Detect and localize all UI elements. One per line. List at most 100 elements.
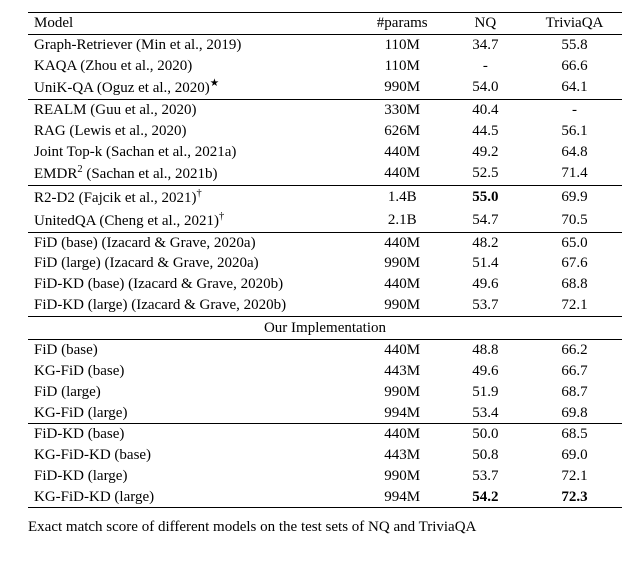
cell-params: 990M xyxy=(361,295,444,316)
table-row: R2-D2 (Fajcik et al., 2021)†1.4B55.069.9 xyxy=(28,186,622,209)
caption-text: Exact match score of different models on… xyxy=(28,519,476,535)
cell-model: FiD-KD (base) xyxy=(28,424,361,445)
cell-triviaqa: 64.1 xyxy=(527,76,622,99)
cell-nq: 51.9 xyxy=(444,382,527,403)
cell-nq: 54.7 xyxy=(444,209,527,232)
cell-model: RAG (Lewis et al., 2020) xyxy=(28,121,361,142)
cell-model: Graph-Retriever (Min et al., 2019) xyxy=(28,34,361,55)
col-triviaqa: TriviaQA xyxy=(527,13,622,35)
cell-triviaqa: 72.3 xyxy=(527,487,622,508)
cell-nq: 50.8 xyxy=(444,445,527,466)
cell-model: FiD-KD (base) (Izacard & Grave, 2020b) xyxy=(28,274,361,295)
cell-triviaqa: 68.7 xyxy=(527,382,622,403)
cell-params: 994M xyxy=(361,487,444,508)
cell-triviaqa: - xyxy=(527,100,622,121)
table-row: KG-FiD (large)994M53.469.8 xyxy=(28,403,622,424)
cell-nq: - xyxy=(444,56,527,77)
cell-nq: 52.5 xyxy=(444,162,527,185)
cell-triviaqa: 55.8 xyxy=(527,34,622,55)
cell-model: KG-FiD (large) xyxy=(28,403,361,424)
table-caption: Exact match score of different models on… xyxy=(28,518,622,537)
cell-params: 443M xyxy=(361,445,444,466)
cell-model: UnitedQA (Cheng et al., 2021)† xyxy=(28,209,361,232)
cell-params: 1.4B xyxy=(361,186,444,209)
cell-model: FiD (base) (Izacard & Grave, 2020a) xyxy=(28,232,361,253)
table-row: REALM (Guu et al., 2020)330M40.4- xyxy=(28,100,622,121)
table-row: UniK-QA (Oguz et al., 2020)★990M54.064.1 xyxy=(28,76,622,99)
cell-params: 990M xyxy=(361,253,444,274)
cell-nq: 53.7 xyxy=(444,466,527,487)
cell-model: REALM (Guu et al., 2020) xyxy=(28,100,361,121)
table-row: FiD (base) (Izacard & Grave, 2020a)440M4… xyxy=(28,232,622,253)
table-row: KAQA (Zhou et al., 2020)110M-66.6 xyxy=(28,56,622,77)
cell-triviaqa: 68.5 xyxy=(527,424,622,445)
cell-nq: 44.5 xyxy=(444,121,527,142)
cell-model: EMDR2 (Sachan et al., 2021b) xyxy=(28,162,361,185)
table-row: FiD-KD (large)990M53.772.1 xyxy=(28,466,622,487)
table-row: Graph-Retriever (Min et al., 2019)110M34… xyxy=(28,34,622,55)
cell-nq: 55.0 xyxy=(444,186,527,209)
cell-params: 990M xyxy=(361,76,444,99)
cell-model: KG-FiD-KD (large) xyxy=(28,487,361,508)
table-row: RAG (Lewis et al., 2020)626M44.556.1 xyxy=(28,121,622,142)
cell-triviaqa: 64.8 xyxy=(527,142,622,163)
cell-model: Joint Top-k (Sachan et al., 2021a) xyxy=(28,142,361,163)
cell-nq: 34.7 xyxy=(444,34,527,55)
cell-params: 440M xyxy=(361,340,444,361)
table-row: FiD-KD (large) (Izacard & Grave, 2020b)9… xyxy=(28,295,622,316)
cell-triviaqa: 66.2 xyxy=(527,340,622,361)
cell-triviaqa: 66.7 xyxy=(527,361,622,382)
cell-triviaqa: 70.5 xyxy=(527,209,622,232)
cell-params: 440M xyxy=(361,162,444,185)
col-params: #params xyxy=(361,13,444,35)
col-model: Model xyxy=(28,13,361,35)
cell-params: 990M xyxy=(361,382,444,403)
cell-model: FiD-KD (large) (Izacard & Grave, 2020b) xyxy=(28,295,361,316)
cell-triviaqa: 67.6 xyxy=(527,253,622,274)
cell-params: 440M xyxy=(361,424,444,445)
cell-model: KAQA (Zhou et al., 2020) xyxy=(28,56,361,77)
cell-params: 990M xyxy=(361,466,444,487)
col-nq: NQ xyxy=(444,13,527,35)
cell-model: R2-D2 (Fajcik et al., 2021)† xyxy=(28,186,361,209)
table-row: KG-FiD (base)443M49.666.7 xyxy=(28,361,622,382)
cell-triviaqa: 65.0 xyxy=(527,232,622,253)
cell-model: FiD (large) (Izacard & Grave, 2020a) xyxy=(28,253,361,274)
cell-triviaqa: 69.0 xyxy=(527,445,622,466)
cell-model: FiD (large) xyxy=(28,382,361,403)
cell-triviaqa: 72.1 xyxy=(527,295,622,316)
table-header-row: Model #params NQ TriviaQA xyxy=(28,13,622,35)
cell-nq: 53.4 xyxy=(444,403,527,424)
cell-nq: 54.0 xyxy=(444,76,527,99)
table-row: FiD-KD (base)440M50.068.5 xyxy=(28,424,622,445)
table-row: KG-FiD-KD (large)994M54.272.3 xyxy=(28,487,622,508)
cell-params: 440M xyxy=(361,274,444,295)
cell-params: 626M xyxy=(361,121,444,142)
cell-nq: 49.6 xyxy=(444,274,527,295)
table-row: FiD (large) (Izacard & Grave, 2020a)990M… xyxy=(28,253,622,274)
cell-model: FiD (base) xyxy=(28,340,361,361)
cell-nq: 49.6 xyxy=(444,361,527,382)
cell-model: FiD-KD (large) xyxy=(28,466,361,487)
cell-params: 440M xyxy=(361,232,444,253)
table-row: UnitedQA (Cheng et al., 2021)†2.1B54.770… xyxy=(28,209,622,232)
cell-nq: 48.2 xyxy=(444,232,527,253)
cell-nq: 51.4 xyxy=(444,253,527,274)
cell-nq: 53.7 xyxy=(444,295,527,316)
cell-params: 2.1B xyxy=(361,209,444,232)
table-row: Joint Top-k (Sachan et al., 2021a)440M49… xyxy=(28,142,622,163)
cell-nq: 54.2 xyxy=(444,487,527,508)
page: Model #params NQ TriviaQA Graph-Retrieve… xyxy=(0,0,640,545)
table-row: FiD (base)440M48.866.2 xyxy=(28,340,622,361)
cell-nq: 49.2 xyxy=(444,142,527,163)
table-row: EMDR2 (Sachan et al., 2021b)440M52.571.4 xyxy=(28,162,622,185)
cell-params: 994M xyxy=(361,403,444,424)
cell-triviaqa: 69.9 xyxy=(527,186,622,209)
table-row: KG-FiD-KD (base)443M50.869.0 xyxy=(28,445,622,466)
table-row: FiD-KD (base) (Izacard & Grave, 2020b)44… xyxy=(28,274,622,295)
cell-params: 110M xyxy=(361,56,444,77)
section-label: Our Implementation xyxy=(28,316,622,340)
section-label-row: Our Implementation xyxy=(28,316,622,340)
cell-model: KG-FiD (base) xyxy=(28,361,361,382)
cell-nq: 40.4 xyxy=(444,100,527,121)
